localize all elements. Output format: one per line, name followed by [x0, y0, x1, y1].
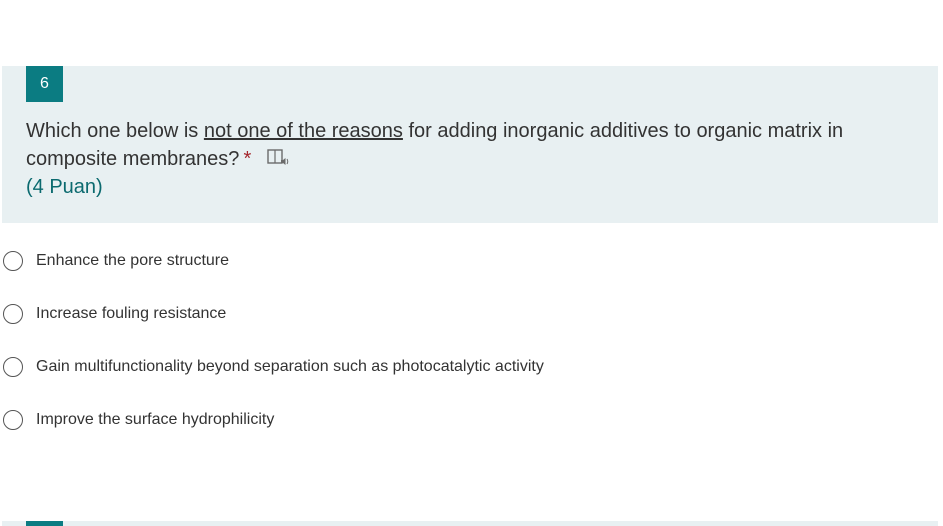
- radio-button[interactable]: [3, 251, 23, 271]
- option-label: Enhance the pore structure: [36, 252, 230, 269]
- question-text-emphasis: not one of the reasons: [203, 120, 403, 142]
- question-title: Which one below is not one of the reason…: [26, 117, 926, 201]
- next-question-number-badge: [26, 521, 63, 526]
- answer-options: Enhance the pore structure Increase foul…: [0, 248, 943, 460]
- radio-button[interactable]: [3, 357, 23, 377]
- form-page: 6 Which one below is not one of the reas…: [0, 0, 943, 526]
- next-question-card: [2, 521, 938, 526]
- question-number-badge: 6: [26, 66, 63, 102]
- immersive-reader-icon[interactable]: [267, 148, 291, 168]
- option-label: Gain multifunctionality beyond separatio…: [36, 358, 544, 375]
- radio-button[interactable]: [3, 304, 23, 324]
- option-2[interactable]: Increase fouling resistance: [0, 301, 943, 327]
- option-label: Increase fouling resistance: [36, 305, 227, 322]
- option-3[interactable]: Gain multifunctionality beyond separatio…: [0, 354, 943, 380]
- question-text-before: Which one below is: [26, 120, 204, 142]
- question-card: 6 Which one below is not one of the reas…: [2, 66, 938, 223]
- radio-button[interactable]: [3, 410, 23, 430]
- option-4[interactable]: Improve the surface hydrophilicity: [0, 407, 943, 433]
- option-label: Improve the surface hydrophilicity: [36, 411, 275, 428]
- option-1[interactable]: Enhance the pore structure: [0, 248, 943, 274]
- question-points: (4 Puan): [26, 176, 103, 198]
- required-marker: *: [243, 148, 252, 170]
